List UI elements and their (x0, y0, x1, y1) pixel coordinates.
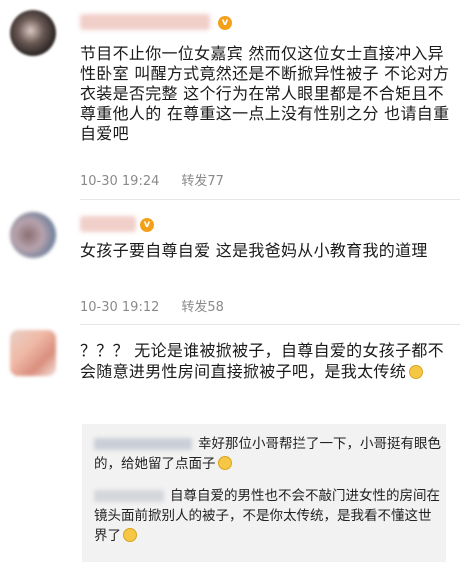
comment-time: 10-30 19:12 (80, 300, 160, 315)
v-badge-icon: v (140, 218, 154, 232)
comment-text: 节目不止你一位女嘉宾 然而仅这位女士直接冲入异性卧室 叫醒方式竟然还是不断掀异性… (80, 44, 450, 143)
comment-body: ？？？ 无论是谁被掀被子，自尊自爱的女孩子都不会随意进男性房间直接掀被子吧，是我… (80, 341, 444, 381)
comment-meta: 10-30 19:24 转发77 (80, 170, 224, 189)
comment-time: 10-30 19:24 (80, 174, 160, 189)
reply-box: 幸好那位小哥帮拦了一下，小哥挺有眼色的，给她留了点面子 自尊自爱的男性也不会不敲… (82, 424, 446, 562)
avatar[interactable] (10, 212, 56, 258)
comment-text: 女孩子要自尊自爱 这是我爸妈从小教育我的道理 (80, 241, 428, 260)
reply-2: 自尊自爱的男性也不会不敲门进女性的房间在镜头面前掀别人的被子，不是你太传统，是我… (94, 486, 444, 546)
grin-emoji-icon (217, 456, 232, 470)
reply-1: 幸好那位小哥帮拦了一下，小哥挺有眼色的，给她留了点面子 (94, 434, 444, 474)
divider (80, 324, 460, 325)
comment-meta: 10-30 19:12 转发58 (80, 296, 224, 315)
repost-link[interactable]: 转发58 (181, 300, 224, 315)
comment-text: ？？？ 无论是谁被掀被子，自尊自爱的女孩子都不会随意进男性房间直接掀被子吧，是我… (80, 340, 452, 412)
repost-link[interactable]: 转发77 (181, 174, 224, 189)
username[interactable] (80, 14, 210, 30)
v-badge-icon: v (218, 16, 232, 30)
avatar[interactable] (10, 10, 56, 56)
avatar[interactable] (10, 330, 56, 376)
username[interactable] (80, 216, 136, 232)
reply-username[interactable] (94, 490, 164, 502)
grin-emoji-icon (123, 528, 137, 542)
divider (80, 199, 460, 200)
reply-username[interactable] (94, 438, 192, 450)
sweat-emoji-icon (409, 365, 424, 379)
